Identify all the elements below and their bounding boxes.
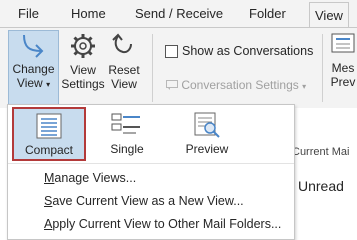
change-view-button[interactable]: Change View ▾ xyxy=(8,30,59,106)
message-preview-icon xyxy=(331,33,355,53)
undo-arrow-icon xyxy=(112,33,132,54)
conversation-settings-icon xyxy=(166,80,178,90)
ribbon: Change View ▾ View Settings Reset View S… xyxy=(0,27,357,108)
show-as-conversations-label[interactable]: Show as Conversations xyxy=(182,44,313,58)
unread-filter[interactable]: Unread xyxy=(298,178,344,194)
column-header-current-mailbox[interactable]: Current Mai xyxy=(292,146,349,158)
menu-accelerator: M xyxy=(44,171,55,185)
view-compact-label: Compact xyxy=(24,143,74,157)
chevron-down-icon: ▾ xyxy=(46,80,51,89)
conversation-settings-label: Conversation Settings xyxy=(181,78,299,92)
view-settings-label-2: Settings xyxy=(61,77,105,91)
view-single-option[interactable]: Single xyxy=(92,108,162,160)
message-preview-label-2: Prev xyxy=(330,75,356,89)
tab-folder[interactable]: Folder xyxy=(249,6,286,21)
change-view-icon xyxy=(22,34,43,58)
tab-home[interactable]: Home xyxy=(71,6,106,21)
reset-view-button[interactable]: Reset View xyxy=(106,32,142,91)
message-preview-label-1: Mes xyxy=(331,61,355,75)
view-settings-button[interactable]: View Settings xyxy=(60,32,106,91)
compact-view-icon xyxy=(36,113,62,139)
reset-view-label-2: View xyxy=(111,77,137,91)
ribbon-group-divider xyxy=(322,34,323,102)
change-view-dropdown: Compact Single Preview Manage Views... S… xyxy=(7,104,295,240)
menu-save-current-view[interactable]: Save Current View as a New View... xyxy=(44,194,244,208)
view-compact-option[interactable]: Compact xyxy=(12,107,86,161)
change-view-label-2: View xyxy=(16,76,43,90)
message-preview-button[interactable]: Mes Prev xyxy=(328,30,357,104)
change-view-label-1: Change xyxy=(12,62,55,76)
reset-view-label-1: Reset xyxy=(108,63,140,77)
menu-apply-current-view[interactable]: Apply Current View to Other Mail Folders… xyxy=(44,217,281,231)
view-single-label: Single xyxy=(110,142,144,156)
gear-icon xyxy=(71,34,95,58)
view-preview-option[interactable]: Preview xyxy=(172,108,242,160)
preview-view-icon xyxy=(194,112,220,138)
single-view-icon xyxy=(111,113,140,134)
menu-item-label: ave Current View as a New View... xyxy=(52,194,244,208)
tab-file[interactable]: File xyxy=(18,6,39,21)
tab-send-receive[interactable]: Send / Receive xyxy=(135,6,223,21)
view-settings-label-1: View xyxy=(70,63,96,77)
view-gallery: Compact Single Preview xyxy=(8,105,294,164)
menu-manage-views[interactable]: Manage Views... xyxy=(44,171,136,185)
show-as-conversations-checkbox[interactable] xyxy=(165,45,178,58)
chevron-down-icon: ▾ xyxy=(302,82,307,91)
conversation-settings-button[interactable]: Conversation Settings ▾ xyxy=(166,78,306,92)
tab-view[interactable]: View xyxy=(309,2,349,28)
view-preview-label: Preview xyxy=(185,142,229,156)
menu-item-label: anage Views... xyxy=(54,171,137,185)
ribbon-group-divider xyxy=(152,34,153,102)
menu-item-label: pply Current View to Other Mail Folders.… xyxy=(52,217,282,231)
ribbon-tab-bar: File Home Send / Receive Folder View xyxy=(0,0,357,28)
